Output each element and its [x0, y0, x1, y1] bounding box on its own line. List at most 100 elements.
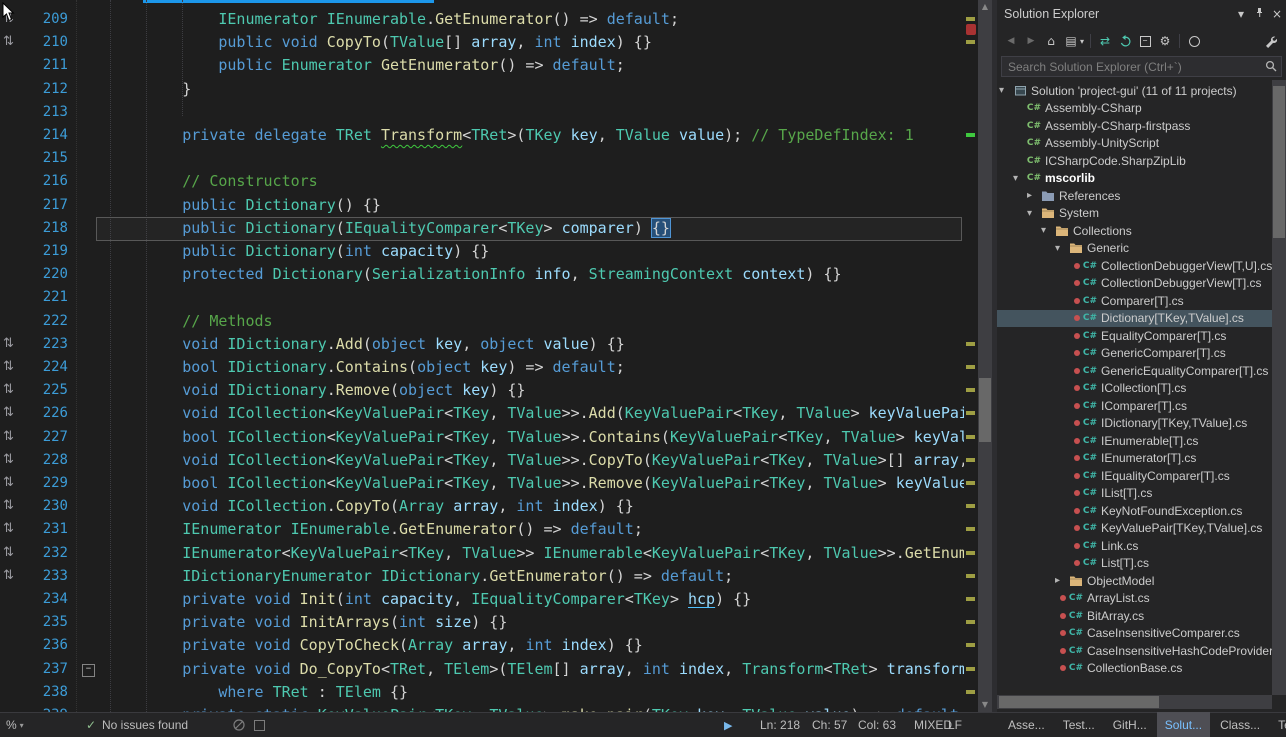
tree-item[interactable]: ▾System — [997, 205, 1272, 223]
code-line[interactable]: private static KeyValuePair<TKey, TValue… — [96, 704, 964, 712]
issues-message[interactable]: No issues found — [102, 713, 188, 737]
fold-collapse-icon[interactable]: − — [82, 664, 95, 677]
code-line[interactable]: } — [96, 78, 964, 101]
tree-item[interactable]: ▸References — [997, 187, 1272, 205]
line-number[interactable]: 214 — [12, 124, 68, 147]
tree-item[interactable]: C#Link.cs — [997, 537, 1272, 555]
code-line[interactable]: void ICollection<KeyValuePair<TKey, TVal… — [96, 402, 964, 425]
char-indicator[interactable]: Ch: 57 — [812, 713, 847, 737]
encoding-indicator[interactable]: MIXED — [914, 713, 952, 737]
code-line[interactable]: public void CopyTo(TValue[] array, int i… — [96, 31, 964, 54]
tree-item[interactable]: C#CollectionBase.cs — [997, 660, 1272, 678]
line-indicator[interactable]: Ln: 218 — [760, 713, 800, 737]
line-number[interactable]: 238 — [12, 681, 68, 704]
code-line[interactable]: private void Init(int capacity, IEqualit… — [96, 588, 964, 611]
code-line[interactable]: private void CopyToCheck(Array array, in… — [96, 634, 964, 657]
properties-icon[interactable]: ⚙ — [1157, 33, 1173, 49]
refresh-icon[interactable] — [1117, 33, 1133, 49]
code-line[interactable] — [96, 101, 964, 124]
status-extra-icon[interactable] — [254, 713, 265, 737]
pin-icon[interactable] — [1250, 7, 1268, 21]
tree-collapsed-icon[interactable]: ▸ — [1055, 575, 1068, 586]
line-number[interactable]: 216 — [12, 170, 68, 193]
tree-expanded-icon[interactable]: ▾ — [1041, 225, 1054, 236]
tree-item[interactable]: C#Assembly-CSharp — [997, 100, 1272, 118]
line-number[interactable]: 218 — [12, 217, 68, 240]
line-number[interactable]: 235 — [12, 611, 68, 634]
wrench-icon[interactable] — [1262, 33, 1278, 49]
code-area[interactable]: IEnumerator IEnumerable.GetEnumerator() … — [96, 0, 964, 712]
line-number[interactable]: 222 — [12, 310, 68, 333]
tree-item[interactable]: C#CaseInsensitiveComparer.cs — [997, 625, 1272, 643]
tree-item[interactable]: ▾Solution 'project-gui' (11 of 11 projec… — [997, 82, 1272, 100]
code-line[interactable]: void ICollection<KeyValuePair<TKey, TVal… — [96, 449, 964, 472]
preview-icon[interactable] — [1186, 33, 1202, 49]
line-number[interactable]: 217 — [12, 194, 68, 217]
line-number[interactable]: 229 — [12, 472, 68, 495]
solution-explorer-horizontal-scrollbar[interactable] — [997, 695, 1272, 709]
code-line[interactable]: IEnumerator IEnumerable.GetEnumerator() … — [96, 518, 964, 541]
tool-window-tab[interactable]: Class... — [1212, 712, 1268, 737]
tree-item[interactable]: C#IList[T].cs — [997, 485, 1272, 503]
line-number[interactable]: 213 — [12, 101, 68, 124]
sync-active-document-icon[interactable]: ⇄ — [1097, 33, 1113, 49]
line-number[interactable]: 221 — [12, 286, 68, 309]
code-editor[interactable]: ⇅⇅⇅⇅⇅⇅⇅⇅⇅⇅⇅⇅⇅ 20921021121221321421521621… — [0, 0, 992, 712]
collapse-all-icon[interactable]: − — [1137, 33, 1153, 49]
code-line[interactable]: public Dictionary(IEqualityComparer<TKey… — [96, 217, 964, 240]
line-number[interactable]: 239 — [12, 704, 68, 712]
tree-item[interactable]: C#Assembly-CSharp-firstpass — [997, 117, 1272, 135]
code-line[interactable]: // Methods — [96, 310, 964, 333]
tool-window-tab[interactable]: Solut... — [1157, 712, 1210, 737]
watch-toggle-icon[interactable] — [232, 713, 246, 737]
tree-item[interactable]: C#Dictionary[TKey,TValue].cs — [997, 310, 1272, 328]
tree-expanded-icon[interactable]: ▾ — [999, 85, 1012, 96]
tree-item[interactable]: C#Assembly-UnityScript — [997, 135, 1272, 153]
line-number-gutter[interactable]: 2092102112122132142152162172182192202212… — [20, 0, 76, 712]
code-line[interactable]: protected Dictionary(SerializationInfo i… — [96, 263, 964, 286]
code-line[interactable]: IDictionaryEnumerator IDictionary.GetEnu… — [96, 565, 964, 588]
line-number[interactable]: 233 — [12, 565, 68, 588]
line-number[interactable]: 236 — [12, 634, 68, 657]
line-number[interactable]: 212 — [12, 78, 68, 101]
tree-item[interactable]: ▾C#mscorlib — [997, 170, 1272, 188]
eol-indicator[interactable]: LF — [948, 713, 962, 737]
tree-item[interactable]: C#KeyValuePair[TKey,TValue].cs — [997, 520, 1272, 538]
line-number[interactable]: 224 — [12, 356, 68, 379]
code-line[interactable]: void IDictionary.Add(object key, object … — [96, 333, 964, 356]
line-number[interactable]: 227 — [12, 426, 68, 449]
back-icon[interactable]: ◀ — [1003, 33, 1019, 49]
code-line[interactable]: IEnumerator IEnumerable.GetEnumerator() … — [96, 8, 964, 31]
tree-item[interactable]: C#ICSharpCode.SharpZipLib — [997, 152, 1272, 170]
tree-expanded-icon[interactable]: ▾ — [1013, 173, 1026, 184]
code-line[interactable]: where TRet : TElem {} — [96, 681, 964, 704]
tree-item[interactable]: C#IDictionary[TKey,TValue].cs — [997, 415, 1272, 433]
scrollbar-thumb[interactable] — [999, 696, 1159, 708]
home-icon[interactable]: ⌂ — [1043, 33, 1059, 49]
tree-expanded-icon[interactable]: ▾ — [1027, 208, 1040, 219]
tree-item[interactable]: C#CollectionDebuggerView[T].cs — [997, 275, 1272, 293]
line-number[interactable]: 230 — [12, 495, 68, 518]
line-number[interactable]: 234 — [12, 588, 68, 611]
fold-margin[interactable]: − — [76, 0, 97, 712]
line-number[interactable]: 211 — [12, 54, 68, 77]
tree-item[interactable]: ▾Collections — [997, 222, 1272, 240]
line-number[interactable]: 223 — [12, 333, 68, 356]
solution-tree[interactable]: ▾Solution 'project-gui' (11 of 11 projec… — [997, 82, 1272, 695]
code-line[interactable]: private void InitArrays(int size) {} — [96, 611, 964, 634]
tree-item[interactable]: C#ICollection[T].cs — [997, 380, 1272, 398]
solution-explorer-vertical-scrollbar[interactable] — [1272, 80, 1286, 695]
scope-dropdown-icon[interactable]: ▾ — [1080, 37, 1084, 46]
tree-item[interactable]: ▾Generic — [997, 240, 1272, 258]
tree-item[interactable]: C#KeyNotFoundException.cs — [997, 502, 1272, 520]
tree-item[interactable]: C#CaseInsensitiveHashCodeProvider.cs — [997, 642, 1272, 660]
code-line[interactable] — [96, 147, 964, 170]
tool-window-tab[interactable]: Asse... — [1000, 712, 1053, 737]
code-line[interactable]: IEnumerator<KeyValuePair<TKey, TValue>> … — [96, 542, 964, 565]
tree-item[interactable]: C#IEnumerable[T].cs — [997, 432, 1272, 450]
code-line[interactable] — [96, 286, 964, 309]
line-number[interactable]: 237 — [12, 658, 68, 681]
code-line[interactable]: public Dictionary() {} — [96, 194, 964, 217]
tree-item[interactable]: C#BitArray.cs — [997, 607, 1272, 625]
line-number[interactable]: 231 — [12, 518, 68, 541]
